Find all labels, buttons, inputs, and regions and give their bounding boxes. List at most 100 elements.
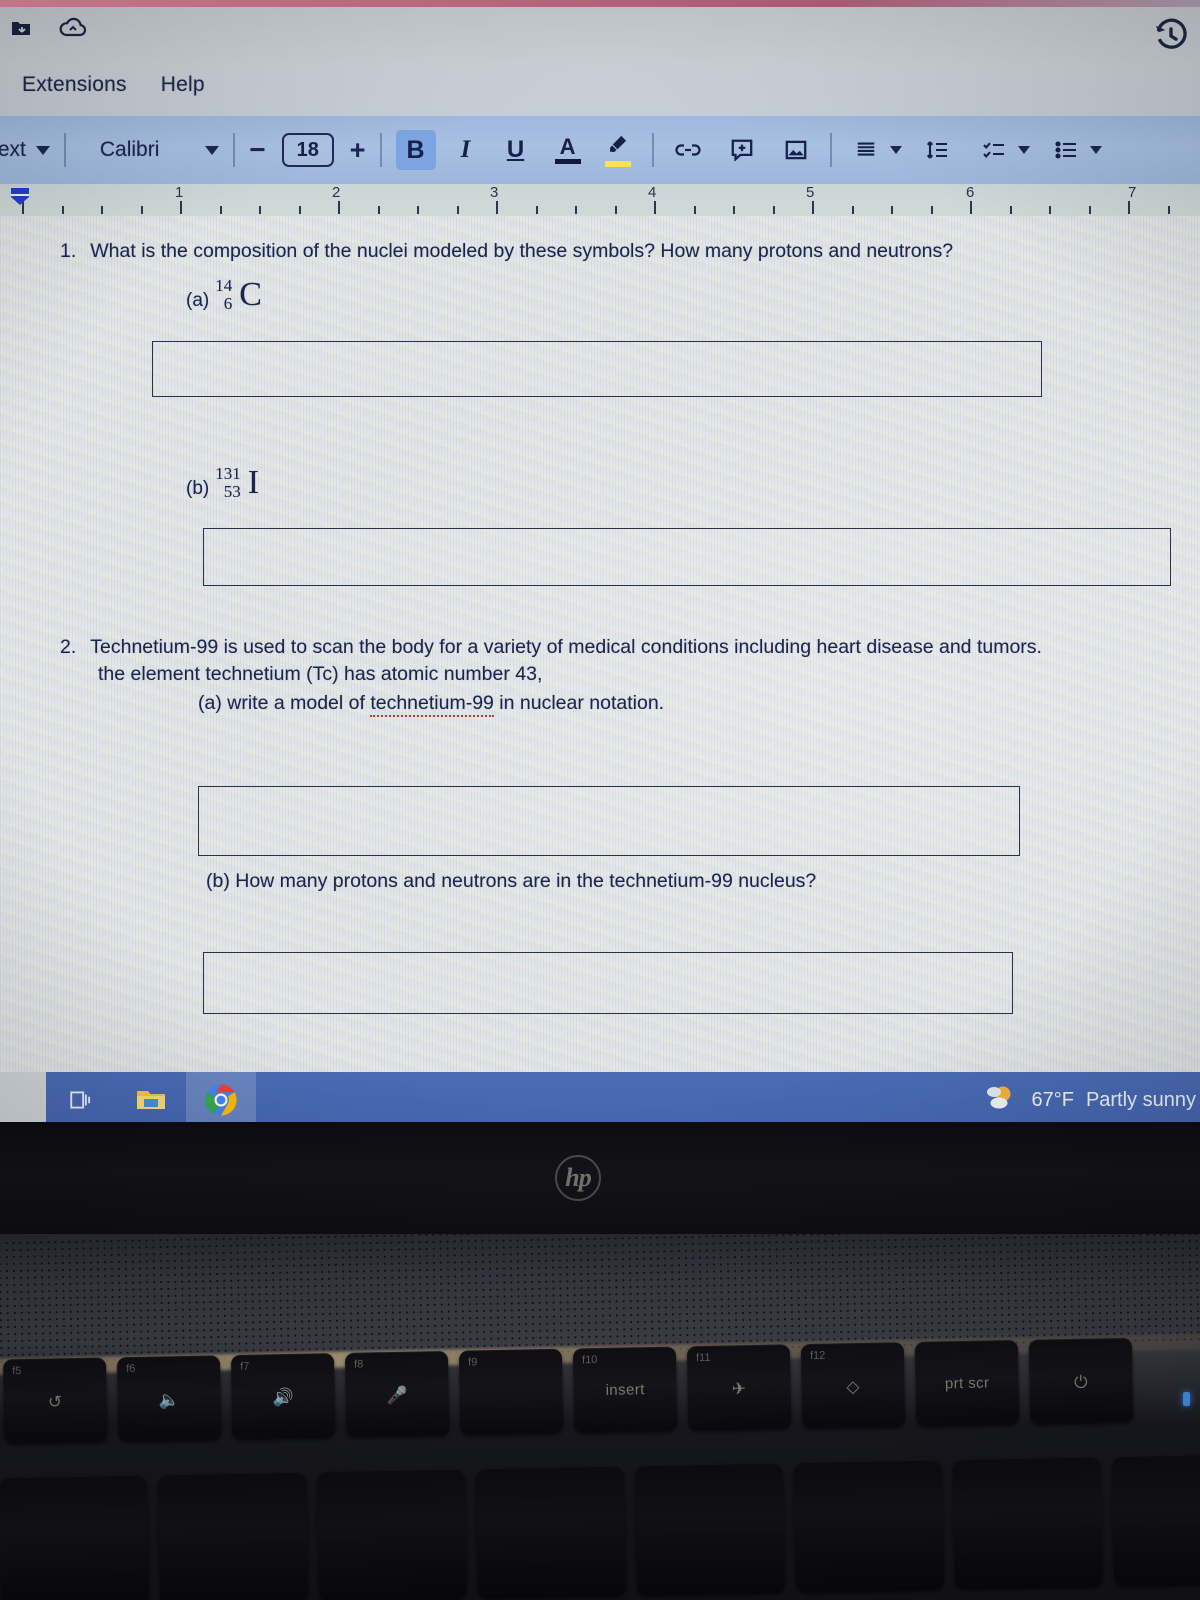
weather-widget[interactable]: 67°F Partly sunny [983,1072,1200,1128]
ruler-tick [970,201,972,214]
question-2-block: 2. Technetium-99 is used to scan the bod… [60,636,1190,717]
answer-box-1b[interactable] [203,528,1171,586]
key-fn-label: f6 [126,1362,136,1376]
document-ruler[interactable]: 1 2 3 4 5 6 7 [0,184,1200,216]
bold-button[interactable]: B [395,130,436,170]
key-glyph: 🎤 [386,1385,409,1406]
font-family-dropdown[interactable]: Calibri [100,138,220,162]
key-glyph: ↺ [47,1392,63,1412]
chevron-down-icon[interactable] [889,146,902,154]
menu-extensions[interactable]: Extensions [22,73,127,97]
keyboard-key[interactable] [793,1459,945,1593]
question-2-line-1: 2. Technetium-99 is used to scan the bod… [60,636,1190,659]
chevron-down-icon [205,145,220,155]
italic-button[interactable]: I [446,130,486,170]
version-history-icon[interactable] [1152,17,1190,55]
ruler-number: 1 [175,184,184,201]
nuclide-notation-a: (a) 14 6 C [186,276,262,314]
item-label-a: (a) [186,290,210,311]
nuclide-notation-b: (b) 131 53 I [186,464,259,502]
ruler-number: 2 [332,184,341,201]
ruler-tick [338,201,340,214]
quick-access-icons [6,13,88,43]
font-family-label: Calibri [99,138,160,161]
add-comment-button[interactable] [722,130,762,170]
key-fn-label: f11 [695,1351,711,1365]
left-indent-marker[interactable] [8,186,32,212]
ruler-tick [535,206,538,214]
ruler-tick [1167,206,1170,214]
keyboard-key[interactable]: ⏻ [1028,1337,1134,1424]
move-to-folder-icon[interactable] [6,13,36,43]
keyboard-key[interactable] [316,1468,468,1600]
keyboard-key[interactable]: f6 🔈 [116,1355,222,1442]
chevron-down-icon[interactable] [1089,146,1102,154]
keyboard-key[interactable] [157,1471,309,1600]
decrease-font-size-button[interactable]: − [249,134,265,166]
insert-image-button[interactable] [776,130,816,170]
increase-font-size-button[interactable]: + [350,135,366,166]
keyboard-key[interactable] [1111,1453,1200,1587]
keyboard-key[interactable]: f9 [458,1348,564,1435]
key-glyph: ⏻ [1073,1372,1089,1392]
chevron-down-icon [35,145,50,155]
chevron-down-icon[interactable] [1017,146,1030,154]
google-chrome-icon[interactable] [186,1072,256,1128]
hp-logo: hp [555,1155,601,1201]
question-1-text: What is the composition of the nuclei mo… [90,240,954,262]
line-spacing-icon [926,141,947,159]
bulleted-list-button[interactable] [1046,130,1086,170]
ruler-tick [298,206,301,214]
question-1-number: 1. [60,240,77,262]
question-2-part-b: (b) How many protons and neutrons are in… [206,870,817,892]
key-glyph: 🔈 [158,1390,181,1410]
ruler-tick [1088,206,1091,214]
keyboard-key[interactable]: f7 🔊 [230,1353,336,1440]
ruler-tick [654,201,656,214]
toolbar-divider [829,133,832,167]
text-color-button[interactable]: A [548,130,588,170]
cloud-saved-icon[interactable] [58,13,88,43]
align-button[interactable] [846,130,886,170]
keyboard-key[interactable] [952,1456,1104,1590]
key-glyph: prt scr [944,1374,990,1393]
italic-label: I [460,136,471,163]
underline-button[interactable]: U [496,130,536,170]
ruler-tick [101,206,103,214]
file-explorer-icon[interactable] [116,1072,186,1128]
keyboard-key[interactable]: prt scr [914,1339,1020,1426]
ruler-tick [1128,201,1130,214]
keyboard-key[interactable]: f12 ◇ [800,1342,906,1429]
answer-box-2b[interactable] [203,952,1013,1014]
task-view-icon[interactable] [46,1072,116,1128]
keyboard-key[interactable] [634,1462,786,1596]
checklist-button[interactable] [974,130,1014,170]
line-spacing-button[interactable] [918,130,958,170]
answer-box-1a[interactable] [152,341,1042,397]
keyboard-key[interactable]: f11 ✈ [686,1344,792,1431]
align-icon [857,142,874,156]
insert-link-button[interactable] [668,130,708,170]
keyboard-key[interactable] [0,1474,150,1600]
keyboard-key[interactable] [475,1465,627,1599]
ruler-tick [496,201,498,214]
ruler-tick [219,206,222,214]
keyboard-key[interactable]: f10 insert [572,1346,678,1433]
paragraph-style-dropdown[interactable]: text [0,138,50,162]
underline-label: U [506,136,525,163]
key-glyph: insert [605,1381,645,1399]
ruler-number: 5 [806,184,815,201]
menu-help[interactable]: Help [161,73,205,97]
key-fn-label: f7 [240,1360,250,1373]
question-2-number: 2. [60,636,77,658]
answer-box-2a[interactable] [198,786,1020,856]
toolbar-divider [651,133,654,167]
highlight-color-button[interactable] [598,130,638,170]
document-page[interactable]: 1. What is the composition of the nuclei… [0,216,1200,1072]
font-size-input[interactable]: 18 [281,133,334,167]
ruler-number: 4 [648,184,657,201]
keyboard-key[interactable]: f8 🎤 [344,1350,450,1437]
ruler-tick [772,206,775,214]
key-fn-label: f10 [581,1354,598,1367]
keyboard-key[interactable]: f5 ↺ [2,1357,108,1444]
